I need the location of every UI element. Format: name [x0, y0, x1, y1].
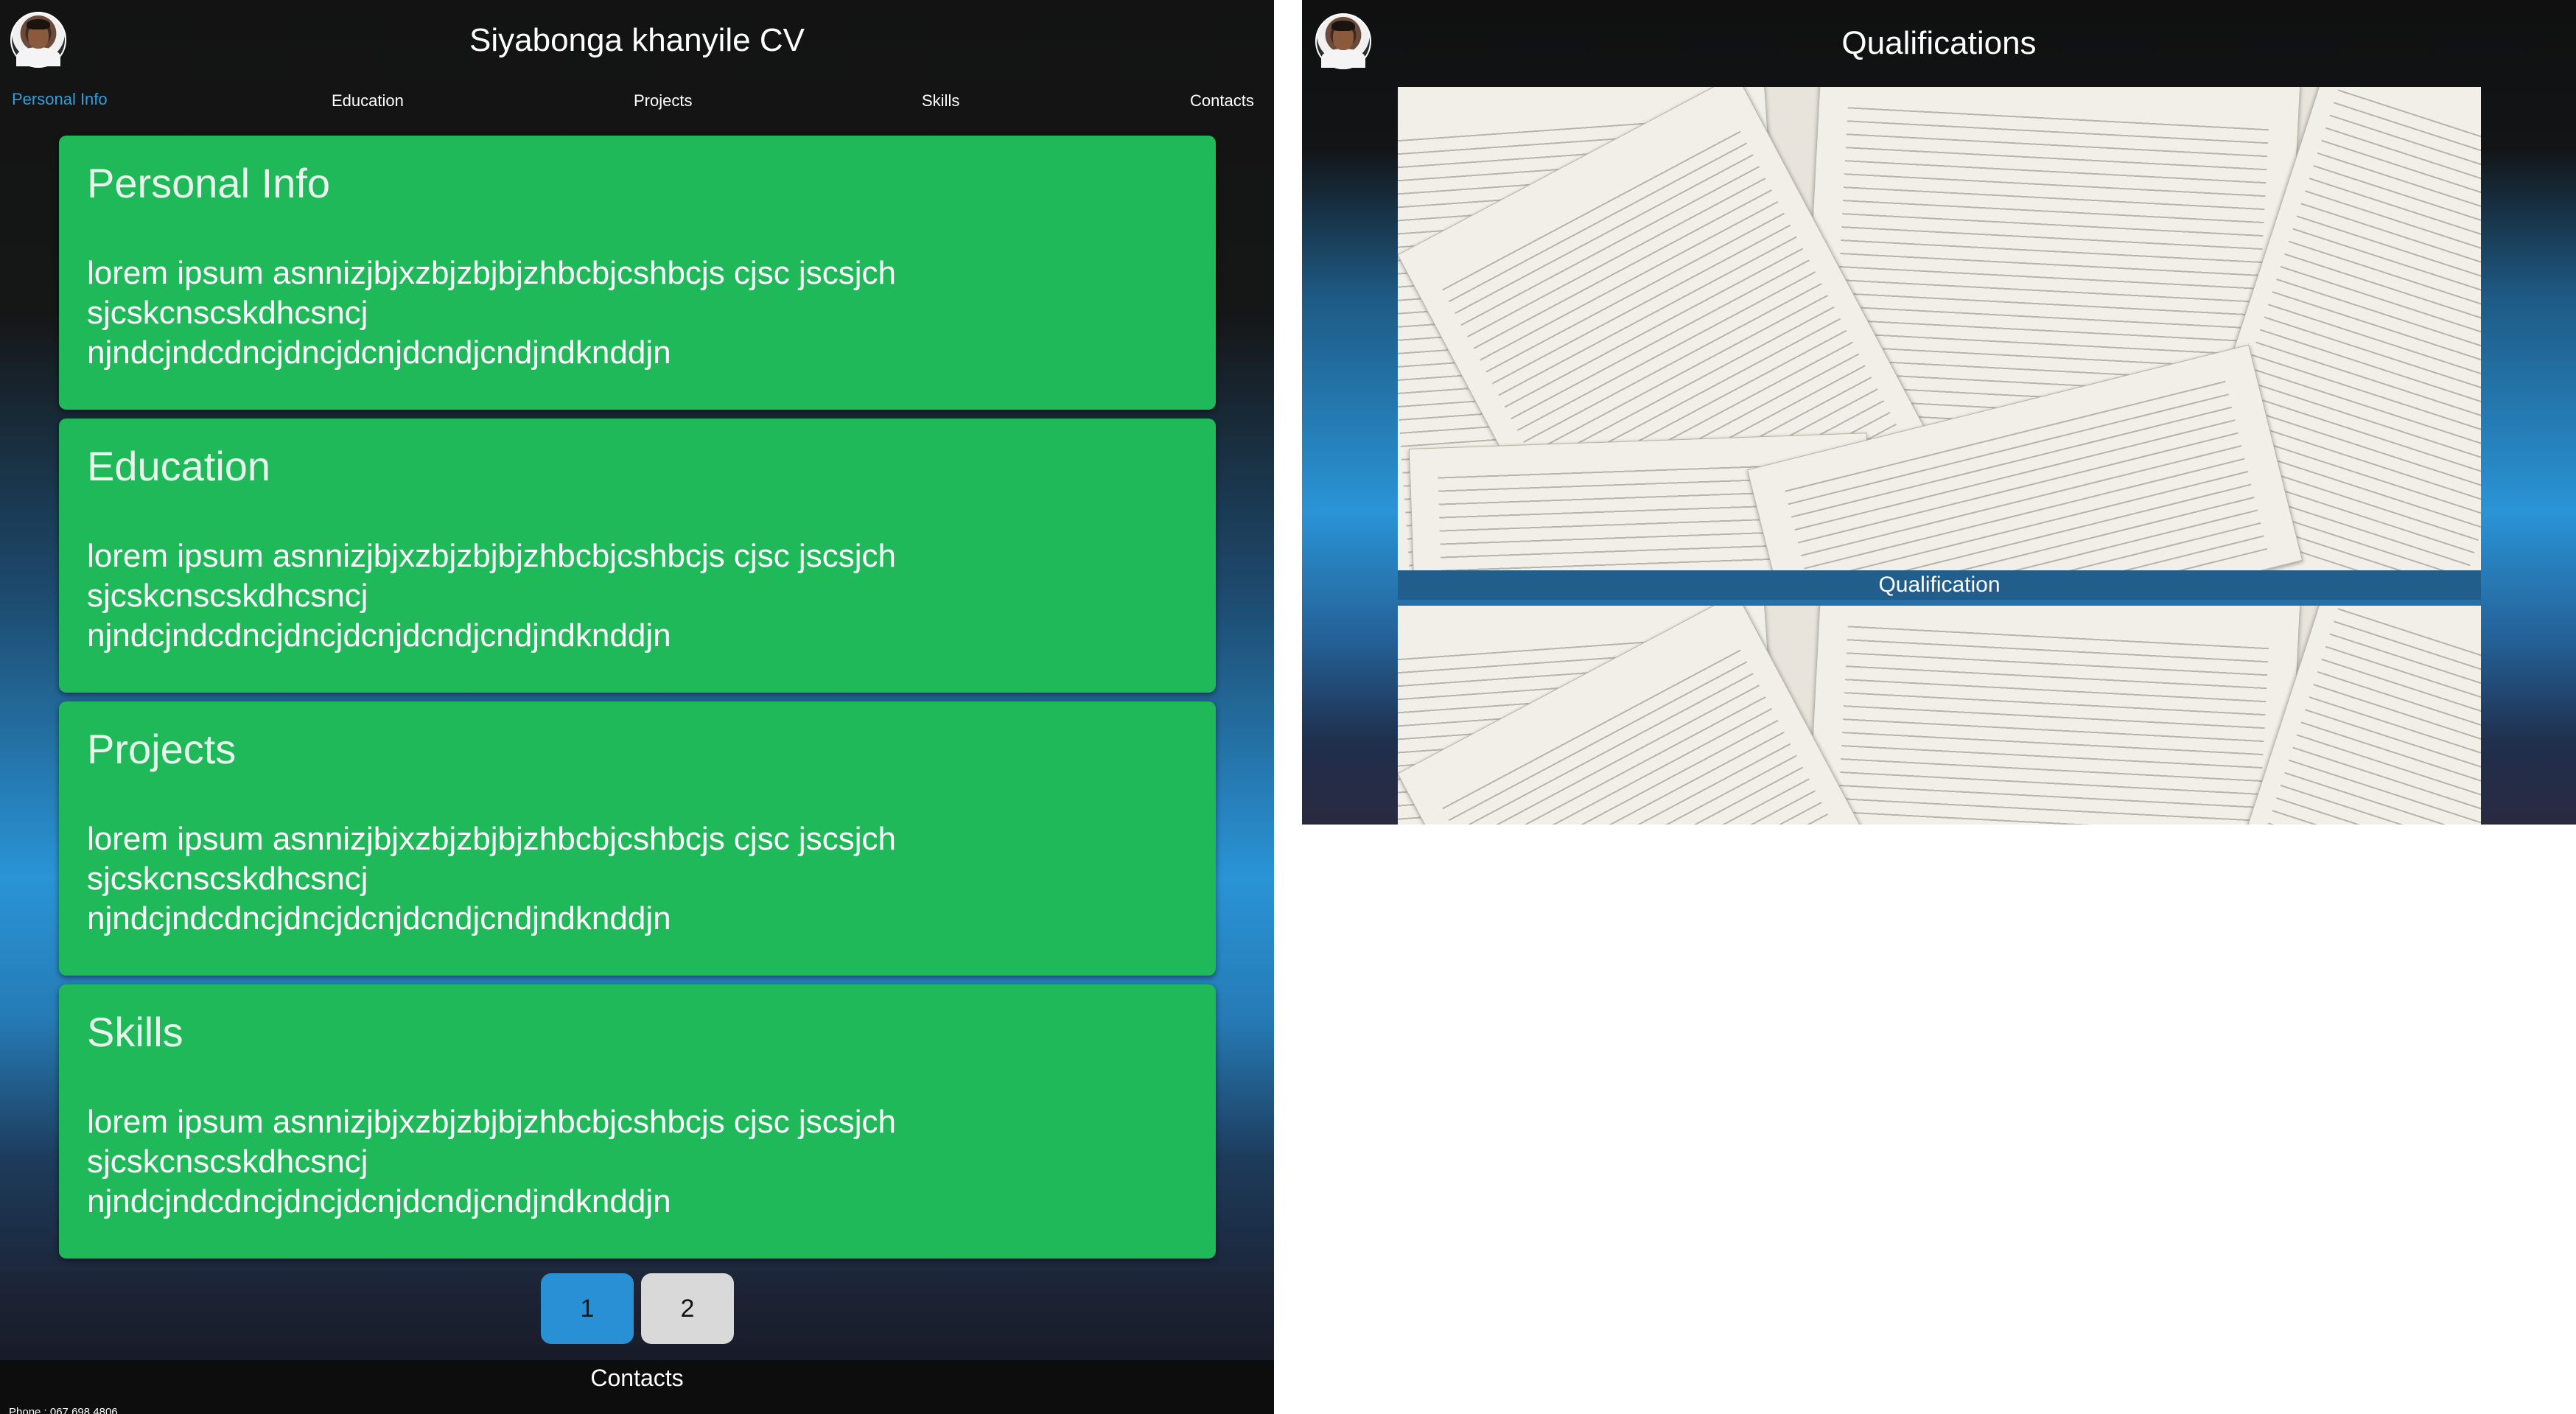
card-body: lorem ipsum asnnizjbjxzbjzbjbjzhbcbjcshb…	[87, 536, 1177, 656]
footer-phone[interactable]: Phone : 067 698 4806	[9, 1406, 118, 1414]
card-title: Skills	[87, 1009, 183, 1055]
card-title: Education	[87, 443, 271, 489]
tab-education[interactable]: Education	[332, 91, 404, 111]
card-body-line: sjcskcnscskdhcsncj	[87, 1144, 368, 1180]
card-body-line: lorem ipsum asnnizjbjxzbjzbjbjzhbcbjcshb…	[87, 821, 896, 857]
tab-projects[interactable]: Projects	[634, 91, 692, 111]
page-title: Siyabonga khanyile CV	[469, 22, 805, 58]
card-body-line: lorem ipsum asnnizjbjxzbjzbjbjzhbcbjcshb…	[87, 1104, 896, 1140]
page-title: Qualifications	[1841, 25, 2037, 61]
footer-title: Contacts	[590, 1365, 684, 1391]
tab-contacts[interactable]: Contacts	[1190, 91, 1254, 111]
qualification-image[interactable]	[1398, 606, 2481, 825]
card-body: lorem ipsum asnnizjbjxzbjzbjbjzhbcbjcshb…	[87, 819, 1177, 939]
tab-personal-info[interactable]: Personal Info	[12, 90, 108, 109]
card-body-line: njndcjndcdncjdncjdcnjdcndjcndjndknddjn	[87, 617, 671, 654]
card-body: lorem ipsum asnnizjbjxzbjzbjbjzhbcbjcshb…	[87, 253, 1177, 373]
page-1-button[interactable]: 1	[541, 1273, 634, 1344]
qualifications-screen: Qualifications Qualification	[1302, 0, 2576, 825]
card-body-line: sjcskcnscskdhcsncj	[87, 295, 368, 331]
tab-skills[interactable]: Skills	[922, 91, 959, 111]
qualification-image[interactable]	[1398, 87, 2481, 570]
footer: Contacts Phone : 067 698 4806	[0, 1360, 1274, 1414]
card-body: lorem ipsum asnnizjbjxzbjzbjbjzhbcbjcshb…	[87, 1102, 1177, 1222]
card-education[interactable]: Education lorem ipsum asnnizjbjxzbjzbjbj…	[59, 419, 1216, 693]
card-body-line: njndcjndcdncjdncjdcnjdcndjcndjndknddjn	[87, 1183, 671, 1219]
card-title: Personal Info	[87, 160, 330, 206]
card-title: Projects	[87, 726, 237, 772]
card-body-line: njndcjndcdncjdncjdcnjdcndjcndjndknddjn	[87, 900, 671, 937]
page-2-button[interactable]: 2	[641, 1273, 734, 1344]
card-personal-info[interactable]: Personal Info lorem ipsum asnnizjbjxzbjz…	[59, 136, 1216, 410]
card-body-line: sjcskcnscskdhcsncj	[87, 861, 368, 897]
card-body-line: njndcjndcdncjdncjdcnjdcndjcndjndknddjn	[87, 335, 671, 371]
page-sheet	[1800, 606, 2301, 825]
card-projects[interactable]: Projects lorem ipsum asnnizjbjxzbjzbjbjz…	[59, 701, 1216, 976]
cv-home-screen: Siyabonga khanyile CV Personal Info Educ…	[0, 0, 1274, 1414]
qualification-caption: Qualification	[1398, 570, 2481, 600]
card-body-line: lorem ipsum asnnizjbjxzbjzbjbjzhbcbjcshb…	[87, 255, 896, 291]
card-body-line: lorem ipsum asnnizjbjxzbjzbjbjzhbcbjcshb…	[87, 538, 896, 574]
card-body-line: sjcskcnscskdhcsncj	[87, 578, 368, 614]
card-skills[interactable]: Skills lorem ipsum asnnizjbjxzbjzbjbjzhb…	[59, 984, 1216, 1259]
